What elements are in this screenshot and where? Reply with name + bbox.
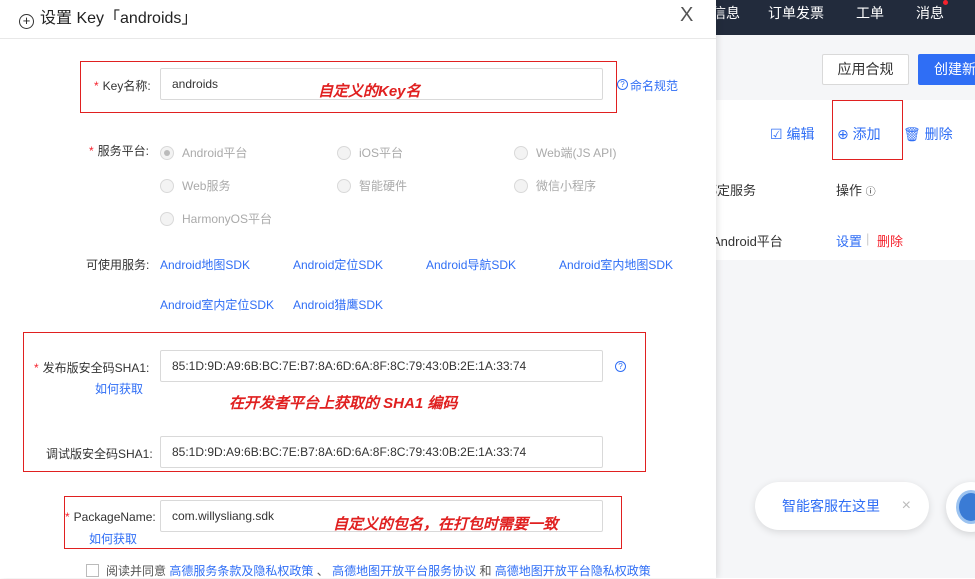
row-settings-link[interactable]: 设置 <box>836 231 862 250</box>
radio-web-service[interactable]: Web服务 <box>160 177 230 194</box>
create-button[interactable]: 创建新 <box>918 54 975 85</box>
notification-dot <box>943 0 948 5</box>
radio-android[interactable]: Android平台 <box>160 144 247 161</box>
column-header-actions: 操作 ⓘ <box>836 183 876 198</box>
naming-rules-link[interactable]: 命名规范 <box>630 77 678 94</box>
service-agreement-link[interactable]: 高德地图开放平台服务协议 <box>332 564 476 578</box>
radio-web-js[interactable]: Web端(JS API) <box>514 144 616 161</box>
edit-icon: ☑ <box>770 126 783 142</box>
platform-label: * 服务平台: <box>89 144 150 158</box>
privacy-policy-link[interactable]: 高德地图开放平台隐私权政策 <box>495 564 651 578</box>
terms-privacy-link[interactable]: 高德服务条款及隐私权政策 <box>169 564 313 578</box>
row-service-value: Android平台 <box>712 234 783 249</box>
chat-label: 智能客服在这里 <box>782 498 880 514</box>
robot-icon <box>956 490 975 524</box>
agree-separator: 、 <box>316 564 329 578</box>
service-android-indoor-map-sdk[interactable]: Android室内地图SDK <box>559 256 673 273</box>
delete-button[interactable]: 🗑 删除 <box>903 124 953 144</box>
trash-icon: 🗑 <box>903 126 921 142</box>
close-icon[interactable]: X <box>680 4 693 27</box>
row-delete-link[interactable]: 删除 <box>877 231 903 250</box>
radio-ios[interactable]: iOS平台 <box>337 144 403 161</box>
nav-item-invoice[interactable]: 订单发票 <box>768 3 824 23</box>
agree-checkbox[interactable] <box>86 564 99 577</box>
delete-label: 删除 <box>924 126 953 142</box>
sha1-release-input[interactable]: 85:1D:9D:A9:6B:BC:7E:B7:8A:6D:6A:8F:8C:7… <box>160 350 603 382</box>
help-icon[interactable]: ? <box>617 79 628 90</box>
chat-close-icon[interactable]: × <box>902 482 911 530</box>
help-icon[interactable]: ? <box>615 361 626 372</box>
service-android-navigation-sdk[interactable]: Android导航SDK <box>426 256 516 273</box>
title-divider <box>0 38 716 39</box>
modal-title: + 设置 Key「androids」 <box>19 4 197 29</box>
edit-label: 编辑 <box>786 126 815 142</box>
services-label: 可使用服务: <box>86 258 150 272</box>
nav-item-info[interactable]: 信息 <box>712 3 740 23</box>
add-circle-icon: + <box>19 14 34 29</box>
edit-button[interactable]: ☑ 编辑 <box>770 124 814 144</box>
modal-title-text: 设置 Key「androids」 <box>40 10 198 27</box>
sha1-how-to-get-link[interactable]: 如何获取 <box>95 380 143 397</box>
sha1-debug-label: 调试版安全码SHA1: <box>46 447 153 461</box>
sha1-debug-input[interactable]: 85:1D:9D:A9:6B:BC:7E:B7:8A:6D:6A:8F:8C:7… <box>160 436 603 468</box>
annotation-key-name: 自定义的Key名 <box>318 83 421 100</box>
service-android-falcon-sdk[interactable]: Android猎鹰SDK <box>293 296 383 313</box>
package-how-to-get-link[interactable]: 如何获取 <box>89 530 137 547</box>
radio-smart-hardware[interactable]: 智能硬件 <box>337 177 407 194</box>
agree-and: 和 <box>479 564 492 578</box>
info-icon: ⓘ <box>865 187 876 198</box>
chat-widget[interactable]: 智能客服在这里 × <box>755 482 929 530</box>
row-divider: | <box>866 231 870 246</box>
service-android-indoor-location-sdk[interactable]: Android室内定位SDK <box>160 296 274 313</box>
service-android-map-sdk[interactable]: Android地图SDK <box>160 256 250 273</box>
agreement-row: 阅读并同意 高德服务条款及隐私权政策 、 高德地图开放平台服务协议 和 高德地图… <box>86 562 651 579</box>
set-key-modal: + 设置 Key「androids」 X * Key名称: androids 自定义… <box>0 0 716 578</box>
nav-item-ticket[interactable]: 工单 <box>856 3 884 23</box>
highlight-add-button <box>832 100 903 160</box>
sha1-release-label: * 发布版安全码SHA1: <box>34 361 150 375</box>
annotation-sha1: 在开发者平台上获取的 SHA1 编码 <box>229 395 458 412</box>
agree-prefix: 阅读并同意 <box>106 564 167 578</box>
package-name-label: * PackageName: <box>65 510 156 524</box>
key-name-label: * Key名称: <box>94 79 151 93</box>
nav-item-messages[interactable]: 消息 <box>916 3 944 23</box>
service-android-location-sdk[interactable]: Android定位SDK <box>293 256 383 273</box>
radio-wechat-miniprogram[interactable]: 微信小程序 <box>514 177 596 194</box>
radio-harmonyos[interactable]: HarmonyOS平台 <box>160 210 272 227</box>
annotation-package-name: 自定义的包名，在打包时需要一致 <box>333 516 559 533</box>
compliance-button[interactable]: 应用合规 <box>822 54 909 85</box>
